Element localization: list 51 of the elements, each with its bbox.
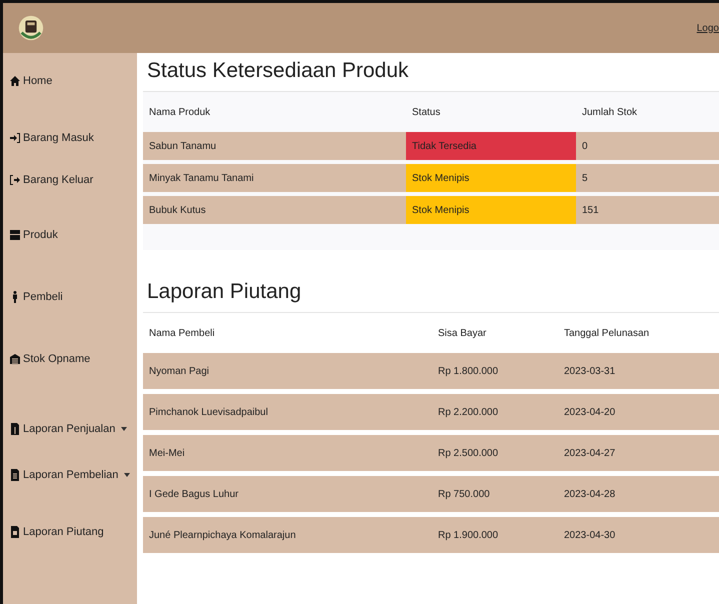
table-cell-text: 2023-04-27 (563, 446, 616, 460)
section-title: Laporan Piutang (143, 274, 719, 313)
sign-in-icon (9, 132, 21, 144)
table-cell-text: 2023-04-20 (563, 406, 616, 420)
table-cell-text: Bubuk Kutus (148, 204, 207, 218)
sidebar-item[interactable]: Laporan Piutang (3, 526, 137, 538)
column-header: Nama Produk (148, 106, 212, 118)
building-icon (9, 353, 21, 365)
sidebar-item[interactable]: Home (3, 75, 137, 87)
sidebar-item[interactable]: Barang Masuk (3, 132, 137, 144)
table-cell-text: Mei-Mei (148, 446, 186, 460)
table-cell-text: 0 (581, 140, 589, 154)
sign-out-icon (9, 174, 21, 186)
document-icon (9, 469, 21, 481)
table-cell-text: Rp 2.500.000 (437, 446, 500, 460)
table-cell-text: Rp 2.200.000 (437, 406, 500, 420)
table-cell-text: Juné Plearnpichaya Komalarajun (148, 528, 297, 542)
document-icon (9, 526, 21, 538)
home-icon (9, 75, 21, 87)
sidebar-item[interactable]: Pembeli (3, 291, 137, 303)
sidebar-item[interactable]: Stok Opname (3, 353, 137, 365)
sidebar-item[interactable]: Barang Keluar (3, 174, 137, 186)
table-cell-text: 2023-03-31 (563, 364, 616, 378)
table-cell-text: Pimchanok Luevisadpaibul (148, 406, 269, 420)
table-cell-text: 2023-04-30 (563, 528, 616, 542)
column-header: Sisa Bayar (437, 328, 488, 338)
status-cell: Tidak Tersedia (406, 132, 576, 160)
column-header: Jumlah Stok (581, 106, 638, 118)
column-header: Nama Pembeli (148, 328, 216, 338)
box-icon (9, 229, 21, 241)
emblem-logo (17, 14, 45, 42)
table-cell-text: 5 (581, 172, 589, 186)
column-header: Status (411, 106, 442, 118)
sidebar-item[interactable]: Laporan Penjualan (3, 423, 137, 435)
status-cell: Stok Menipis (406, 164, 576, 192)
table-cell-text: Sabun Tanamu (148, 140, 218, 154)
column-header: Tanggal Pelunasan (563, 328, 650, 338)
table-cell-text: Rp 1.800.000 (437, 364, 500, 378)
table-cell-text: Minyak Tanamu Tanami (148, 172, 255, 186)
sidebar-item[interactable]: Produk (3, 229, 137, 241)
document-icon (9, 423, 21, 435)
table-cell-text: 151 (581, 204, 600, 218)
table-cell-text: I Gede Bagus Luhur (148, 488, 240, 502)
section-title: Status Ketersediaan Produk (143, 53, 719, 92)
sidebar-item[interactable]: Laporan Pembelian (3, 469, 137, 481)
logout-link[interactable]: Logo (696, 22, 719, 34)
table-cell-text: Rp 1.900.000 (437, 528, 500, 542)
table-cell-text: Nyoman Pagi (148, 364, 210, 378)
table-cell-text: Rp 750.000 (437, 488, 491, 502)
status-cell: Stok Menipis (406, 196, 576, 224)
table-cell-text: 2023-04-28 (563, 488, 616, 502)
